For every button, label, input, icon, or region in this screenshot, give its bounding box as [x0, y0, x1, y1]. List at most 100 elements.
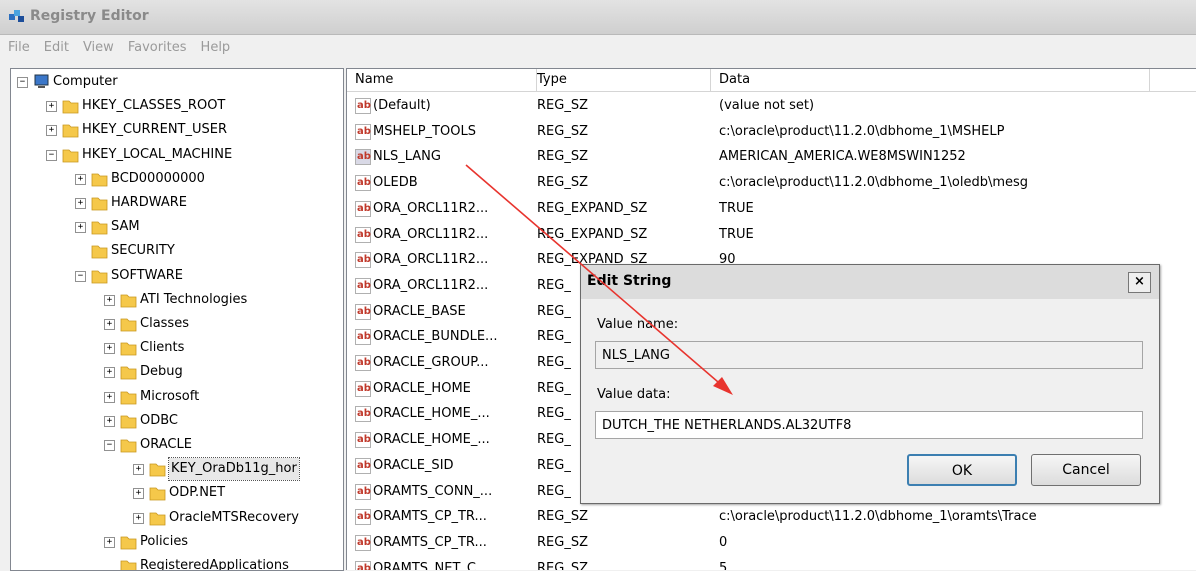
string-value-icon: ab — [355, 534, 371, 551]
tree-item-label: Debug — [140, 364, 183, 380]
value-type: REG_SZ — [537, 534, 588, 550]
menu-favorites[interactable]: Favorites — [120, 35, 193, 55]
value-data-input[interactable]: DUTCH_THE NETHERLANDS.AL32UTF8 — [595, 411, 1143, 439]
folder-icon — [149, 512, 166, 525]
collapse-icon[interactable]: − — [75, 270, 86, 282]
expand-icon[interactable]: + — [104, 415, 115, 427]
folder-icon — [91, 197, 108, 211]
value-row[interactable]: ab ORAMTS_CP_TR... REG_SZ c:\oracle\product… — [347, 504, 1196, 530]
expand-icon[interactable]: + — [75, 173, 86, 185]
expand-icon[interactable]: + — [46, 125, 57, 137]
dialog-title-bar: Edit String × — [581, 265, 1159, 299]
value-row[interactable]: ab ORA_ORCL11R2... REG_EXPAND_SZ TRUE — [347, 196, 1196, 222]
value-data: 0 — [719, 534, 728, 550]
value-type: REG_SZ — [537, 175, 588, 191]
value-name: OLEDB — [373, 175, 418, 191]
value-row[interactable]: ab ORA_ORCL11R2... REG_EXPAND_SZ TRUE — [347, 222, 1196, 248]
tree-item[interactable]: − ORACLE — [11, 434, 343, 456]
value-type: REG_SZ — [537, 98, 588, 113]
tree-item-label: HKEY_CLASSES_ROOT — [82, 98, 226, 114]
expand-icon[interactable]: + — [133, 512, 144, 524]
expand-icon[interactable]: + — [104, 391, 115, 403]
tree-item-label: Computer — [53, 74, 118, 89]
string-value-icon: ab — [355, 355, 371, 371]
close-button[interactable]: × — [1128, 272, 1151, 293]
tree-item[interactable]: + HKEY_CLASSES_ROOT — [11, 95, 343, 117]
cancel-button[interactable]: Cancel — [1031, 454, 1141, 486]
string-value-icon: ab — [355, 98, 371, 114]
tree-item[interactable]: + HARDWARE — [11, 192, 343, 214]
tree-item[interactable]: + KEY_OraDb11g_hor — [11, 457, 343, 482]
menu-help[interactable]: Help — [193, 35, 237, 55]
expand-icon[interactable]: + — [104, 294, 115, 306]
tree-item[interactable]: + Debug — [11, 361, 343, 383]
value-name: ORAMTS_CP_TR... — [373, 534, 487, 550]
collapse-icon[interactable]: − — [46, 149, 57, 161]
value-type: REG_ — [537, 432, 571, 448]
value-row[interactable]: ab (Default) REG_SZ (value not set) — [347, 93, 1196, 119]
string-value-icon: ab — [355, 175, 371, 192]
value-name: ORAMTS_NET_C... — [373, 560, 489, 570]
value-data: c:\oracle\product\11.2.0\dbhome_1\oramts… — [719, 509, 1037, 525]
tree-item[interactable]: + Classes — [11, 313, 343, 335]
value-row[interactable]: ab MSHELP_TOOLS REG_SZ c:\oracle\product\11… — [347, 119, 1196, 145]
menu-bar: File Edit View Favorites Help — [0, 35, 1196, 61]
expand-icon[interactable]: + — [46, 101, 57, 113]
tree-item[interactable]: + HKEY_CURRENT_USER — [11, 119, 343, 141]
string-value-icon: ab — [355, 329, 371, 346]
expand-icon[interactable]: + — [133, 488, 144, 500]
menu-view[interactable]: View — [75, 35, 120, 55]
tree-item-label: ODBC — [140, 412, 179, 428]
tree-item[interactable]: + OracleMTSRecovery — [11, 507, 343, 529]
close-icon: × — [1134, 274, 1145, 289]
expand-icon[interactable]: + — [133, 464, 144, 476]
value-name: ORACLE_HOME_... — [373, 432, 490, 448]
tree-item[interactable]: + ATI Technologies — [11, 289, 343, 311]
tree-item[interactable]: − SOFTWARE — [11, 265, 343, 287]
value-name: MSHELP_TOOLS — [373, 123, 476, 139]
value-row[interactable]: ab OLEDB REG_SZ c:\oracle\product\11.2.0\db… — [347, 170, 1196, 196]
value-data: AMERICAN_AMERICA.WE8MSWIN1252 — [719, 149, 966, 165]
value-row[interactable]: ab ORAMTS_CP_TR... REG_SZ 0 — [347, 530, 1196, 556]
collapse-icon[interactable]: − — [104, 440, 115, 451]
expand-icon[interactable]: + — [75, 222, 86, 234]
column-header-type[interactable]: Type — [529, 69, 711, 91]
tree-item[interactable]: + Clients — [11, 337, 343, 359]
value-type: REG_ — [537, 303, 571, 319]
ok-button[interactable]: OK — [907, 454, 1017, 486]
folder-icon — [120, 366, 137, 380]
menu-edit[interactable]: Edit — [36, 35, 75, 55]
string-value-icon: ab — [355, 252, 371, 269]
tree-item[interactable]: SECURITY — [11, 240, 343, 262]
expand-icon[interactable]: + — [104, 343, 115, 355]
value-row[interactable]: ab ORAMTS_NET_C... REG_SZ 5 — [347, 556, 1196, 570]
value-name: ORACLE_BASE — [373, 303, 466, 319]
tree-item[interactable]: + ODP.NET — [11, 482, 343, 504]
tree-item-label: Microsoft — [140, 388, 200, 404]
tree-item[interactable]: + ODBC — [11, 410, 343, 432]
expand-icon[interactable]: + — [104, 319, 115, 330]
expand-icon[interactable]: + — [75, 198, 86, 209]
collapse-icon[interactable]: − — [17, 77, 28, 88]
menu-file[interactable]: File — [0, 35, 36, 55]
folder-icon — [149, 463, 166, 477]
tree-item[interactable]: − Computer — [11, 71, 343, 93]
value-name: ORACLE_GROUP... — [373, 355, 489, 370]
expand-icon[interactable]: + — [104, 367, 115, 379]
registry-tree[interactable]: − Computer + HKEY_CLASSES_ROOT + HKEY_CURRENT… — [10, 68, 344, 571]
tree-item[interactable]: + SAM — [11, 216, 343, 238]
value-type: REG_EXPAND_SZ — [537, 226, 648, 242]
value-name: ORACLE_HOME — [373, 380, 471, 396]
value-type: REG_SZ — [537, 509, 588, 525]
tree-item[interactable]: + BCD00000000 — [11, 168, 343, 190]
value-name: ORA_ORCL11R2... — [373, 226, 489, 242]
expand-icon[interactable]: + — [104, 536, 115, 548]
tree-item[interactable]: + Microsoft — [11, 386, 343, 408]
tree-item-label: KEY_OraDb11g_hor — [168, 457, 300, 482]
value-row[interactable]: ab NLS_LANG REG_SZ AMERICAN_AMERICA.WE8MSWI… — [347, 144, 1196, 170]
column-header-data[interactable]: Data — [711, 69, 1150, 91]
tree-item[interactable]: − HKEY_LOCAL_MACHINE — [11, 144, 343, 166]
column-header-name[interactable]: Name — [347, 69, 537, 91]
tree-item-label: SOFTWARE — [111, 267, 183, 283]
tree-item[interactable]: + Policies — [11, 531, 343, 553]
